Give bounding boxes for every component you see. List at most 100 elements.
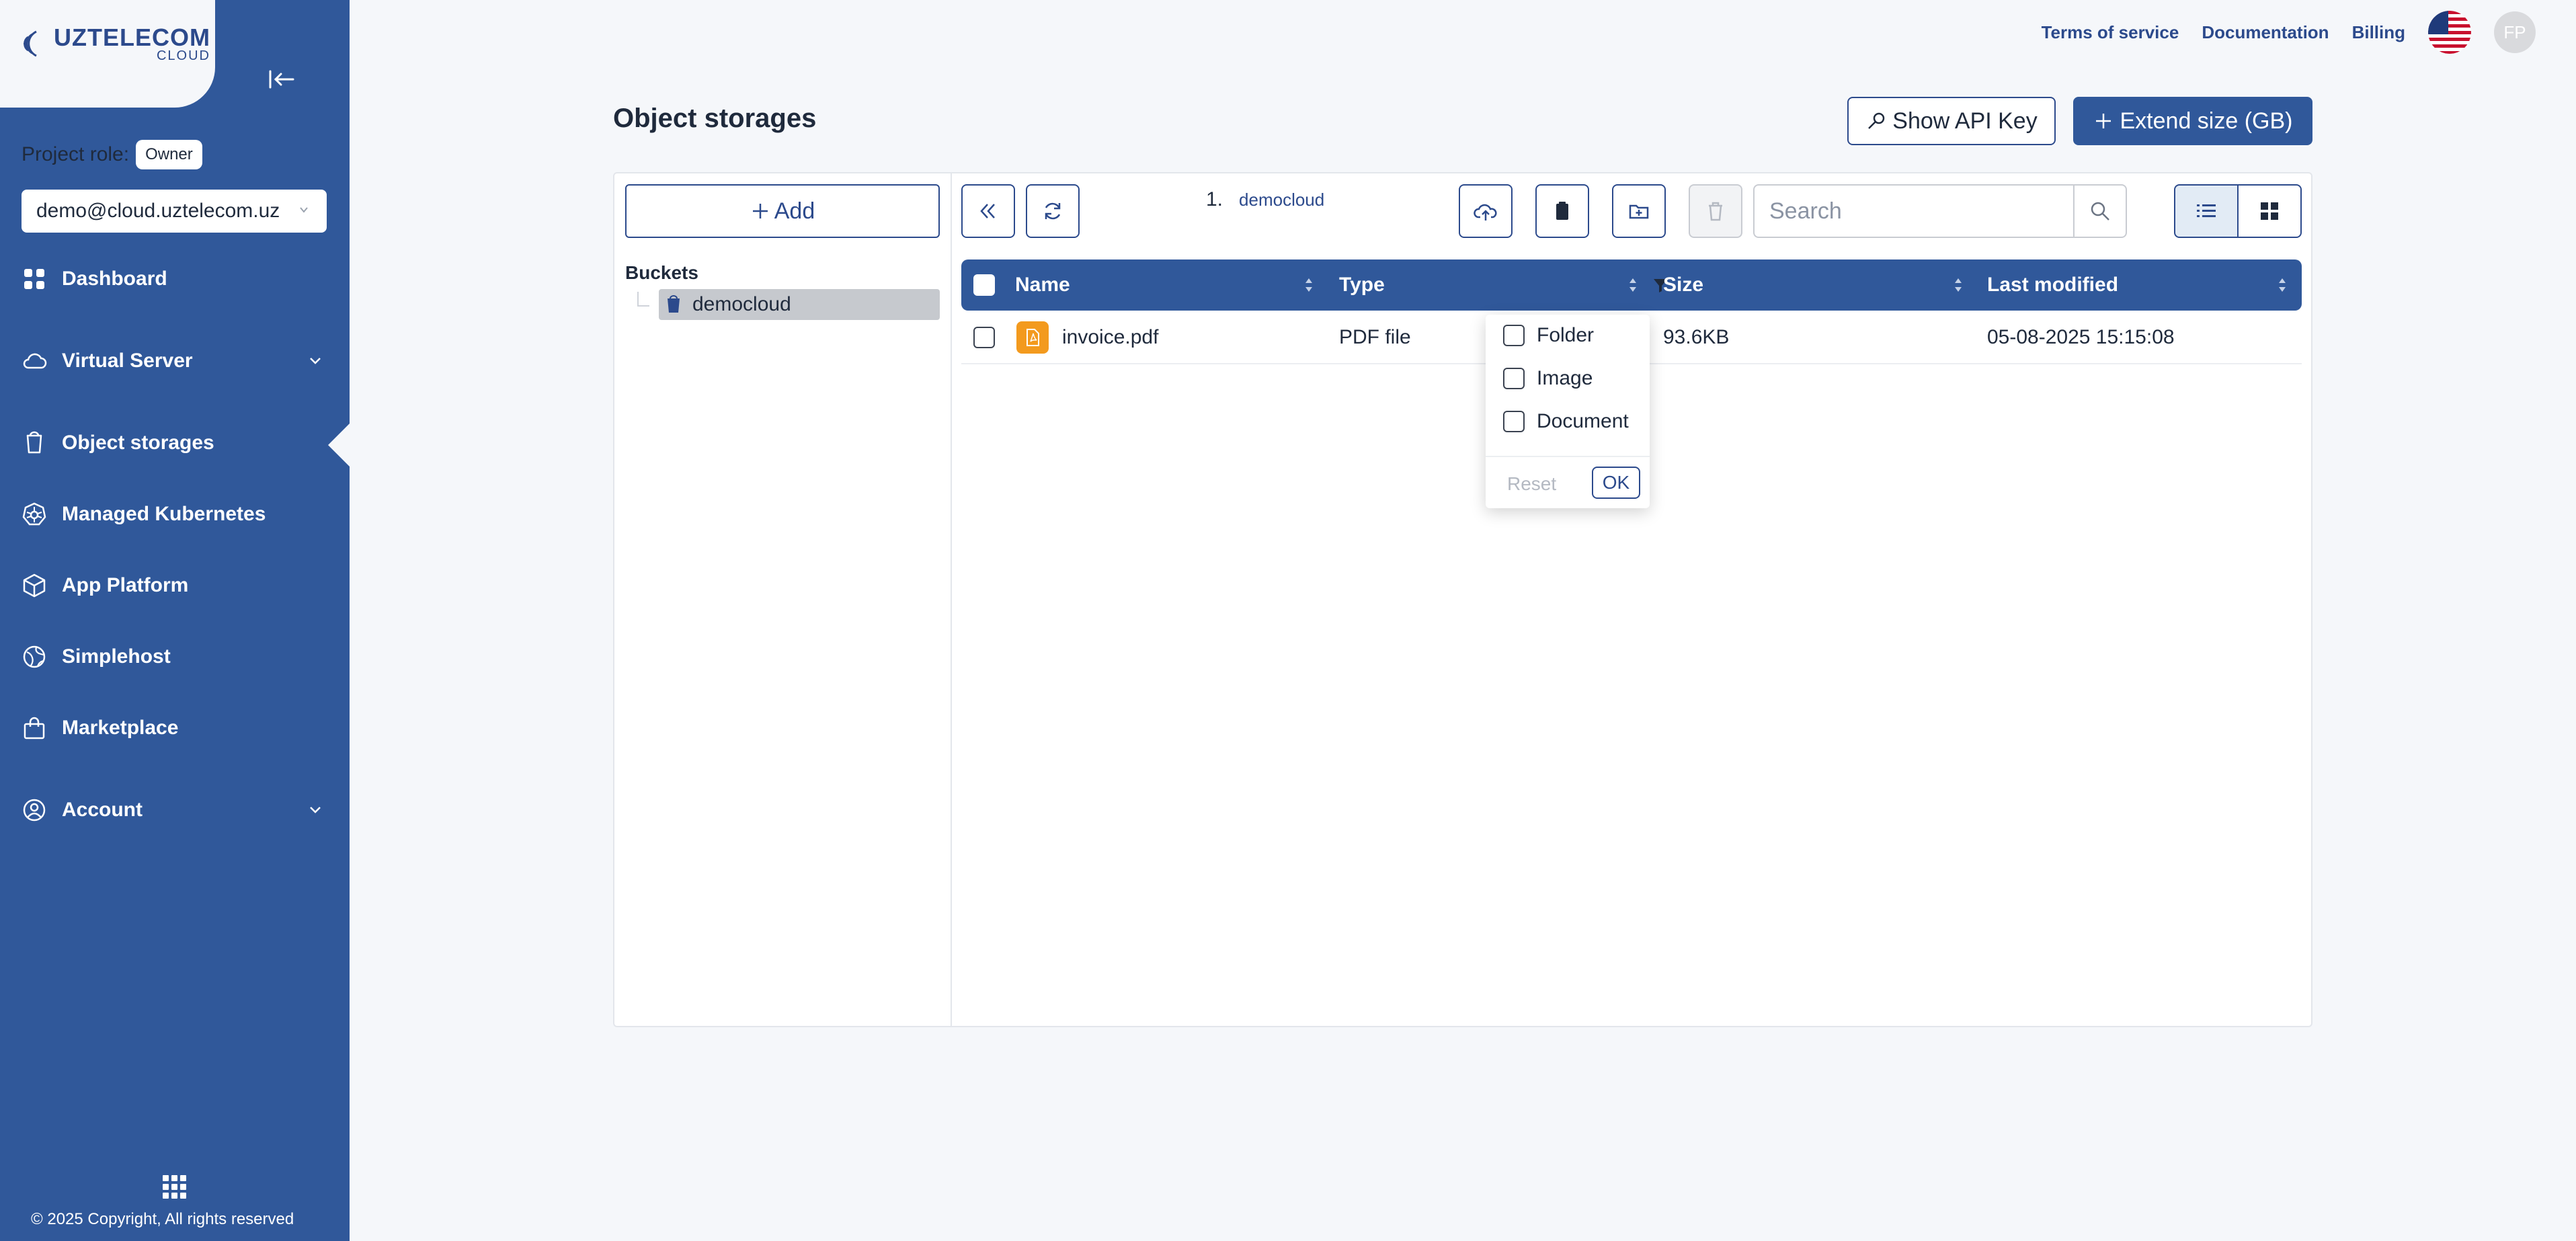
apps-grid-icon[interactable] xyxy=(160,1172,190,1202)
double-chevron-left-icon xyxy=(980,204,995,218)
file-modified: 05-08-2025 15:15:08 xyxy=(1987,326,2175,348)
user-circle-icon xyxy=(23,799,46,822)
show-api-key-label: Show API Key xyxy=(1892,108,2038,134)
object-storage-panel: Add Buckets democloud 1. democloud Searc… xyxy=(613,172,2312,1027)
terms-link[interactable]: Terms of service xyxy=(2042,22,2179,43)
billing-link[interactable]: Billing xyxy=(2352,22,2405,43)
sidebar-item-marketplace[interactable]: Marketplace xyxy=(22,715,331,741)
file-type: PDF file xyxy=(1339,326,1411,348)
select-all-checkbox[interactable] xyxy=(973,274,995,296)
filter-option-label: Document xyxy=(1537,410,1629,432)
avatar[interactable]: FP xyxy=(2494,11,2536,53)
filter-option-label: Image xyxy=(1537,367,1593,389)
sidebar-item-object-storages[interactable]: Object storages xyxy=(22,430,331,456)
grid-icon xyxy=(2261,202,2278,220)
file-name[interactable]: invoice.pdf xyxy=(1062,311,1158,364)
breadcrumb-item[interactable]: democloud xyxy=(1239,190,1324,211)
delete-button[interactable] xyxy=(1689,184,1742,238)
brand-name: UZTELECOM xyxy=(54,24,210,51)
folder-plus-icon xyxy=(1629,204,1649,219)
row-checkbox[interactable] xyxy=(973,327,995,348)
filter-ok-button[interactable]: OK xyxy=(1592,467,1640,499)
sidebar-item-label: App Platform xyxy=(62,574,189,596)
sort-icon[interactable] xyxy=(2276,273,2288,297)
list-icon xyxy=(2197,204,2216,217)
sidebar-item-app-platform[interactable]: App Platform xyxy=(22,573,331,598)
sidebar-item-simplehost[interactable]: Simplehost xyxy=(22,644,331,670)
brand-sub: CLOUD xyxy=(156,48,210,63)
column-label: Last modified xyxy=(1987,274,2119,296)
sort-icon[interactable] xyxy=(1952,273,1964,297)
sidebar-item-virtual-server[interactable]: Virtual Server xyxy=(22,348,331,374)
filter-checkbox[interactable] xyxy=(1503,411,1525,432)
documentation-link[interactable]: Documentation xyxy=(2202,22,2329,43)
column-label: Type xyxy=(1339,274,1385,296)
copyright: © 2025 Copyright, All rights reserved xyxy=(31,1210,294,1228)
bucket-item[interactable]: democloud xyxy=(659,289,940,320)
chevron-down-icon xyxy=(300,207,308,213)
grid-view-button[interactable] xyxy=(2237,184,2302,238)
sidebar xyxy=(0,0,350,1241)
sidebar-item-label: Simplehost xyxy=(62,645,171,668)
sidebar-item-label: Marketplace xyxy=(62,717,179,739)
logo-area: UZTELECOM CLOUD xyxy=(0,0,215,108)
sidebar-item-managed-kubernetes[interactable]: Managed Kubernetes xyxy=(22,502,331,527)
refresh-button[interactable] xyxy=(1026,184,1080,238)
chevron-down-icon xyxy=(310,807,321,813)
sort-icon[interactable] xyxy=(1303,273,1315,297)
clipboard-icon xyxy=(1556,202,1568,220)
new-folder-button[interactable] xyxy=(1612,184,1666,238)
sidebar-item-account[interactable]: Account xyxy=(22,797,331,823)
brand-logo[interactable]: UZTELECOM CLOUD xyxy=(19,24,210,63)
sidebar-item-label: Dashboard xyxy=(62,268,167,290)
filter-reset-button[interactable]: Reset xyxy=(1507,473,1556,495)
trash-icon xyxy=(1709,202,1722,221)
plus-icon xyxy=(2095,114,2111,128)
us-flag-icon[interactable] xyxy=(2428,11,2471,54)
show-api-key-button[interactable]: Show API Key xyxy=(1847,97,2056,145)
project-role-label: Project role: xyxy=(22,143,130,165)
upload-button[interactable] xyxy=(1459,184,1513,238)
column-header-type[interactable]: Type xyxy=(1339,259,1385,311)
search-button[interactable] xyxy=(2073,184,2127,238)
filter-option-document[interactable]: Document xyxy=(1503,410,1629,433)
tree-connector xyxy=(637,292,649,307)
collapse-sidebar-icon[interactable] xyxy=(266,66,297,93)
filter-option-folder[interactable]: Folder xyxy=(1503,324,1594,347)
list-view-button[interactable] xyxy=(2174,184,2239,238)
dashboard-icon xyxy=(24,269,44,289)
column-header-name[interactable]: Name xyxy=(1015,259,1070,311)
filter-checkbox[interactable] xyxy=(1503,325,1525,346)
add-bucket-button[interactable]: Add xyxy=(625,184,940,238)
topbar: Terms of service Documentation Billing F… xyxy=(2042,11,2536,54)
filter-option-image[interactable]: Image xyxy=(1503,367,1593,390)
key-icon xyxy=(1868,112,1885,129)
divider xyxy=(1486,456,1650,457)
search-icon xyxy=(2091,202,2109,221)
page-title: Object storages xyxy=(613,104,817,133)
project-select-value: demo@cloud.uztelecom.uz xyxy=(36,200,280,222)
sort-icon[interactable] xyxy=(1627,273,1639,297)
column-label: Size xyxy=(1663,274,1704,296)
signal-wave-icon xyxy=(24,30,37,57)
column-header-size[interactable]: Size xyxy=(1663,259,1703,311)
paste-button[interactable] xyxy=(1535,184,1589,238)
bag-icon xyxy=(24,717,45,739)
cloud-icon xyxy=(23,353,47,369)
sidebar-item-dashboard[interactable]: Dashboard xyxy=(22,266,331,292)
extend-size-button[interactable]: Extend size (GB) xyxy=(2073,97,2312,145)
filter-checkbox[interactable] xyxy=(1503,368,1525,389)
project-select[interactable]: demo@cloud.uztelecom.uz xyxy=(22,190,327,233)
bucket-icon xyxy=(668,295,680,313)
column-header-last-modified[interactable]: Last modified xyxy=(1987,259,2118,311)
project-role: Project role: Owner xyxy=(22,140,202,169)
sidebar-item-label: Account xyxy=(62,799,143,821)
refresh-icon xyxy=(1045,202,1061,220)
bucket-name: democloud xyxy=(692,293,791,315)
back-button[interactable] xyxy=(961,184,1015,238)
buckets-heading: Buckets xyxy=(625,262,698,283)
file-size: 93.6KB xyxy=(1663,326,1730,348)
active-indicator xyxy=(328,422,351,468)
search-input[interactable]: Search xyxy=(1753,184,2075,238)
table-header: Name Type Size Last modified xyxy=(961,259,2302,311)
